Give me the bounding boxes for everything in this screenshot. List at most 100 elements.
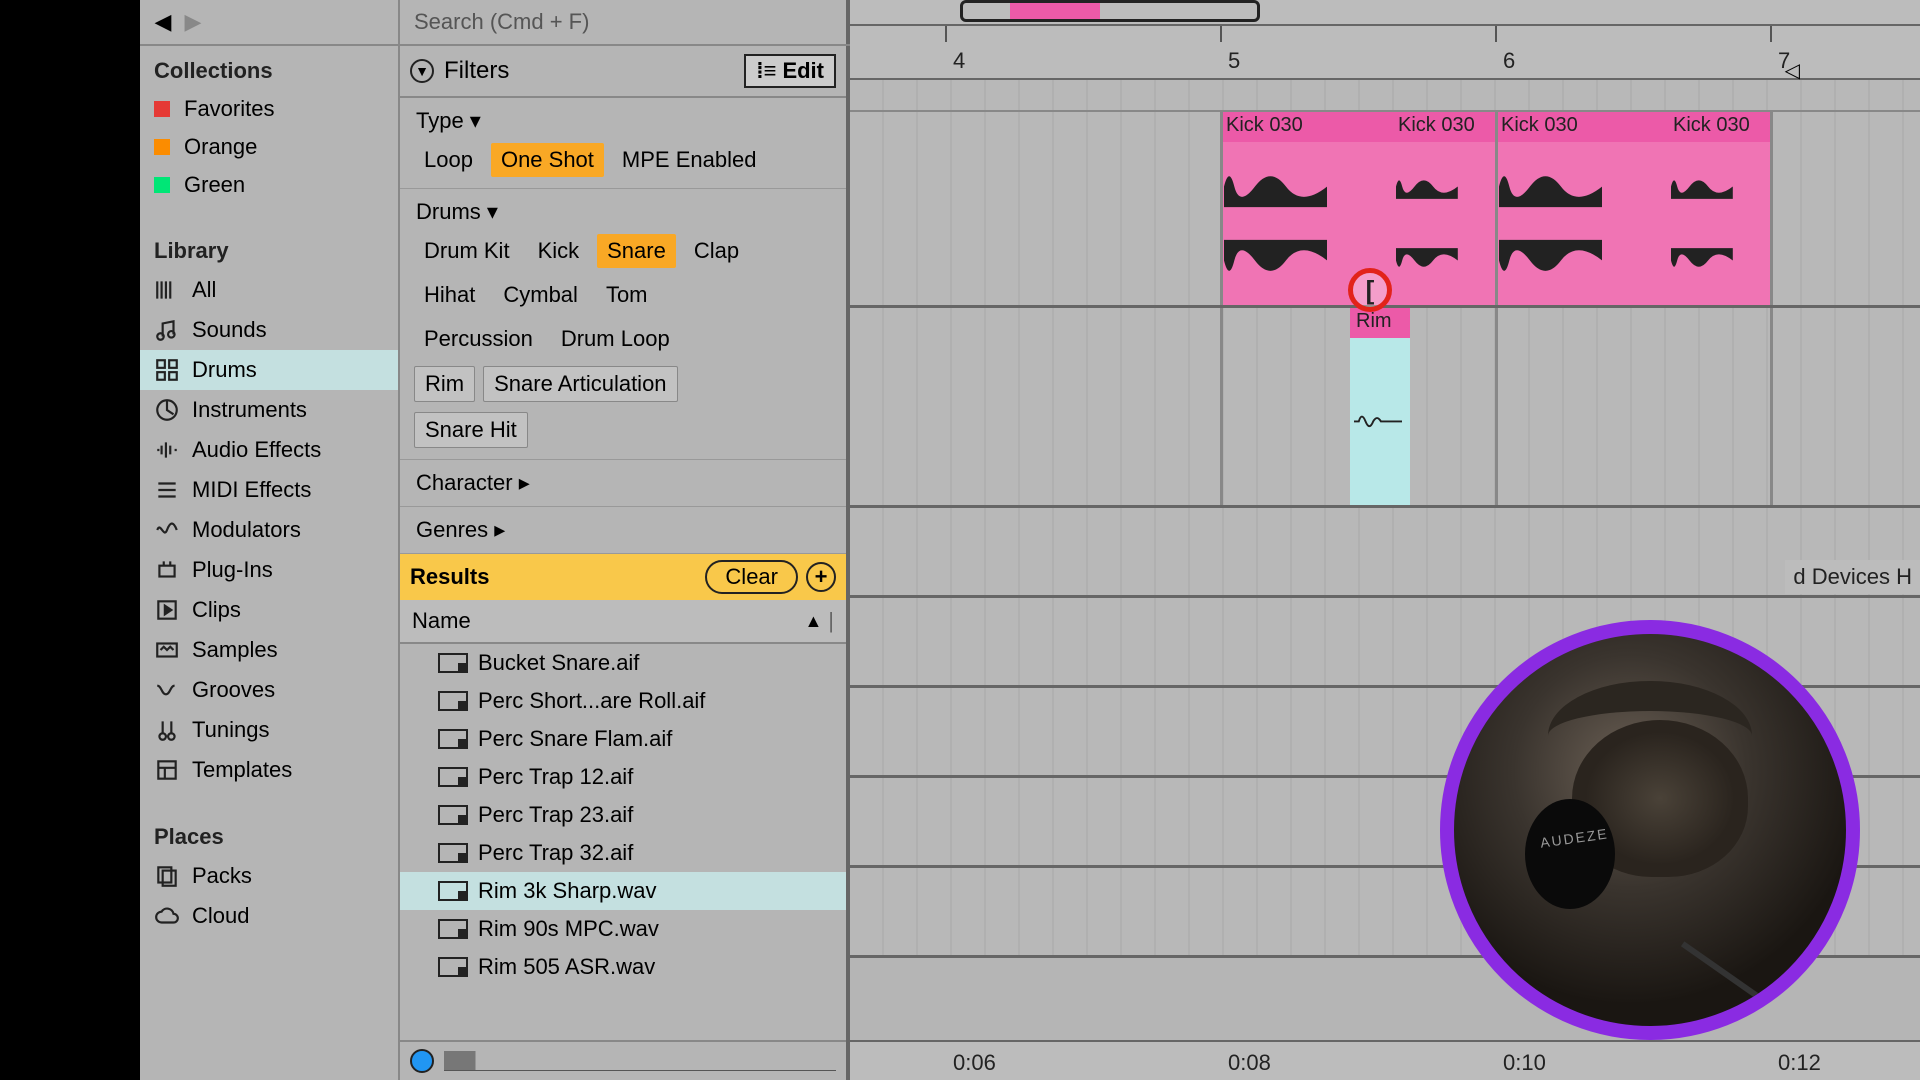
filter-tag-cymbal[interactable]: Cymbal xyxy=(493,278,588,312)
samples-icon xyxy=(154,637,180,663)
nav-back-button[interactable]: ◀ xyxy=(148,7,178,37)
plug-ins-icon xyxy=(154,557,180,583)
time-marker: 0:08 xyxy=(1228,1050,1271,1076)
bar-marker: 7 xyxy=(1778,48,1790,74)
library-item-midi-effects[interactable]: MIDI Effects xyxy=(140,470,398,510)
preview-bar xyxy=(400,1040,846,1080)
library-item-audio-effects[interactable]: Audio Effects xyxy=(140,430,398,470)
sounds-icon xyxy=(154,317,180,343)
library-item-samples[interactable]: Samples xyxy=(140,630,398,670)
grooves-icon xyxy=(154,677,180,703)
filter-tag-drum-kit[interactable]: Drum Kit xyxy=(414,234,520,268)
bar-marker: 6 xyxy=(1503,48,1515,74)
filter-tag-drum-loop[interactable]: Drum Loop xyxy=(551,322,680,356)
filter-group-drums[interactable]: Drums ▾ xyxy=(410,195,836,229)
filter-tag-one-shot[interactable]: One Shot xyxy=(491,143,604,177)
filter-tag-snare-articulation[interactable]: Snare Articulation xyxy=(483,366,677,402)
results-column-header[interactable]: Name ▲ | xyxy=(400,600,846,644)
filter-tag-rim[interactable]: Rim xyxy=(414,366,475,402)
filter-tag-loop[interactable]: Loop xyxy=(414,143,483,177)
audio-file-icon xyxy=(438,691,468,711)
library-item-sounds[interactable]: Sounds xyxy=(140,310,398,350)
filter-tag-kick[interactable]: Kick xyxy=(528,234,590,268)
audio-file-icon xyxy=(438,805,468,825)
result-row[interactable]: Rim 505 ASR.wav xyxy=(400,948,846,986)
bar-marker: 4 xyxy=(953,48,965,74)
sort-asc-icon: ▲ xyxy=(804,611,822,632)
result-row[interactable]: Perc Trap 23.aif xyxy=(400,796,846,834)
bar-ruler[interactable]: ◁ 4567 xyxy=(850,26,1920,80)
audio-file-icon xyxy=(438,767,468,787)
result-row[interactable]: Perc Trap 12.aif xyxy=(400,758,846,796)
webcam-overlay: AUDEZE xyxy=(1440,620,1860,1040)
audio-file-icon xyxy=(438,653,468,673)
result-row[interactable]: Bucket Snare.aif xyxy=(400,644,846,682)
result-row[interactable]: Rim 90s MPC.wav xyxy=(400,910,846,948)
library-item-drums[interactable]: Drums xyxy=(140,350,398,390)
filter-group-type[interactable]: Type ▾ xyxy=(410,104,836,138)
preview-waveform[interactable] xyxy=(444,1051,836,1071)
tunings-icon xyxy=(154,717,180,743)
mouse-cursor-indicator xyxy=(1348,268,1392,312)
arrangement-overview[interactable] xyxy=(850,0,1920,26)
edit-icon: ⁞≡ xyxy=(756,58,776,84)
places-item-packs[interactable]: Packs xyxy=(140,856,398,896)
time-ruler[interactable]: 0:060:080:100:12 xyxy=(850,1040,1920,1080)
collection-item-favorites[interactable]: Favorites xyxy=(140,90,398,128)
bar-marker: 5 xyxy=(1228,48,1240,74)
library-item-clips[interactable]: Clips xyxy=(140,590,398,630)
library-item-all[interactable]: All xyxy=(140,270,398,310)
result-row[interactable]: Perc Trap 32.aif xyxy=(400,834,846,872)
drums-icon xyxy=(154,357,180,383)
filters-toggle-icon[interactable]: ▼ xyxy=(410,59,434,83)
audio-clip-kick[interactable]: Kick 030 xyxy=(1392,112,1495,305)
audio-clip-kick[interactable]: Kick 030 xyxy=(1667,112,1770,305)
library-item-tunings[interactable]: Tunings xyxy=(140,710,398,750)
filters-title: Filters xyxy=(444,57,509,85)
result-row[interactable]: Perc Short...are Roll.aif xyxy=(400,682,846,720)
places-item-cloud[interactable]: Cloud xyxy=(140,896,398,936)
result-row[interactable]: Rim 3k Sharp.wav xyxy=(400,872,846,910)
filter-tag-snare-hit[interactable]: Snare Hit xyxy=(414,412,528,448)
library-item-modulators[interactable]: Modulators xyxy=(140,510,398,550)
collection-item-orange[interactable]: Orange xyxy=(140,128,398,166)
edit-filters-button[interactable]: ⁞≡ Edit xyxy=(744,54,836,88)
midi-effects-icon xyxy=(154,477,180,503)
track-1[interactable] xyxy=(850,80,1920,112)
filter-tag-mpe-enabled[interactable]: MPE Enabled xyxy=(612,143,767,177)
audio-clip-rim[interactable]: Rim xyxy=(1350,308,1410,505)
cloud-icon xyxy=(154,903,180,929)
library-item-instruments[interactable]: Instruments xyxy=(140,390,398,430)
library-item-templates[interactable]: Templates xyxy=(140,750,398,790)
audio-clip-kick[interactable]: Kick 030 xyxy=(1495,112,1667,305)
library-item-grooves[interactable]: Grooves xyxy=(140,670,398,710)
all-icon xyxy=(154,277,180,303)
filter-tag-clap[interactable]: Clap xyxy=(684,234,749,268)
track-3[interactable] xyxy=(850,508,1920,598)
time-marker: 0:10 xyxy=(1503,1050,1546,1076)
audio-file-icon xyxy=(438,957,468,977)
filter-group-character[interactable]: Character ▸ xyxy=(410,466,836,500)
clear-filters-button[interactable]: Clear xyxy=(705,560,798,594)
result-row[interactable]: Perc Snare Flam.aif xyxy=(400,720,846,758)
library-item-plug-ins[interactable]: Plug-Ins xyxy=(140,550,398,590)
collection-item-green[interactable]: Green xyxy=(140,166,398,204)
time-marker: 0:12 xyxy=(1778,1050,1821,1076)
search-input[interactable]: Search (Cmd + F) xyxy=(400,0,850,46)
results-title: Results xyxy=(410,564,489,590)
filter-tag-percussion[interactable]: Percussion xyxy=(414,322,543,356)
nav-forward-button[interactable]: ▶ xyxy=(178,7,208,37)
library-heading: Library xyxy=(140,226,398,270)
filter-tag-hihat[interactable]: Hihat xyxy=(414,278,485,312)
clips-icon xyxy=(154,597,180,623)
filter-tag-snare[interactable]: Snare xyxy=(597,234,676,268)
filter-tag-tom[interactable]: Tom xyxy=(596,278,658,312)
filter-group-genres[interactable]: Genres ▸ xyxy=(410,513,836,547)
track-rim[interactable]: Rim xyxy=(850,308,1920,508)
add-button[interactable]: + xyxy=(806,562,836,592)
modulators-icon xyxy=(154,517,180,543)
preview-play-button[interactable] xyxy=(410,1049,434,1073)
browser-content: Search (Cmd + F) ▼ Filters ⁞≡ Edit Type … xyxy=(400,0,850,1080)
audio-file-icon xyxy=(438,919,468,939)
audio-file-icon xyxy=(438,881,468,901)
